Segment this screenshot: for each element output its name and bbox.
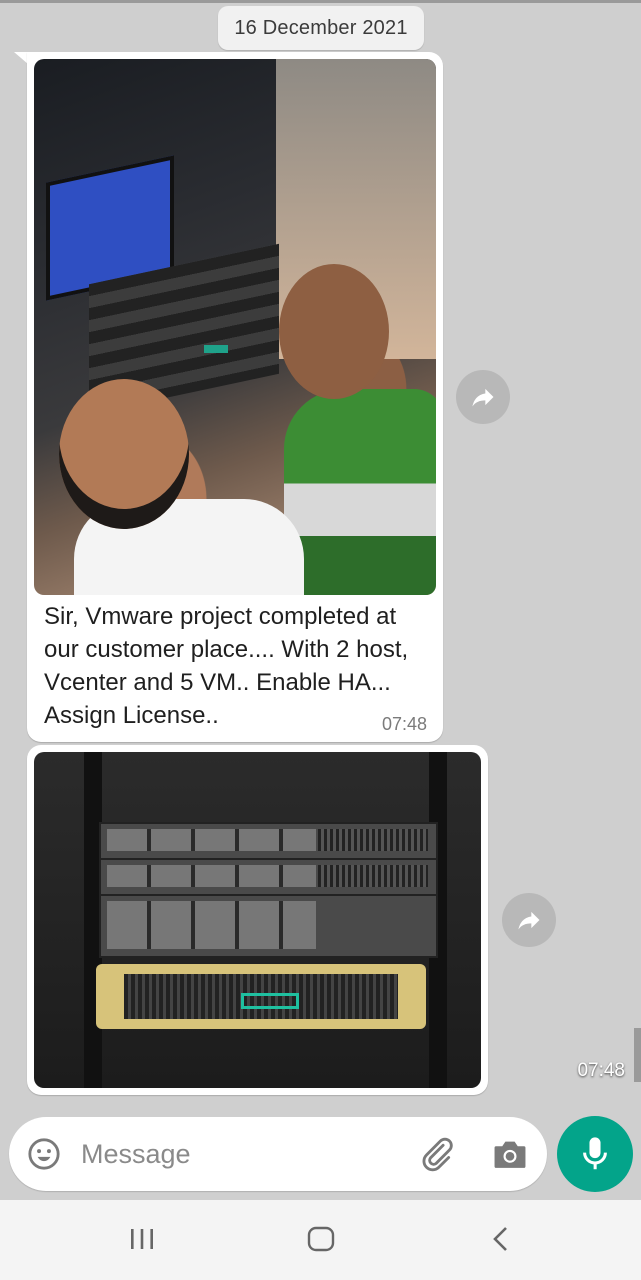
camera-icon[interactable]: [491, 1137, 529, 1171]
message-image-server-rack[interactable]: [34, 752, 481, 1088]
back-icon[interactable]: [489, 1224, 513, 1254]
bubble-tail: [14, 52, 28, 64]
system-navigation-bar: [0, 1200, 641, 1280]
recents-icon[interactable]: [128, 1224, 156, 1254]
message-caption: Sir, Vmware project completed at our cus…: [44, 603, 409, 729]
share-forward-icon[interactable]: [456, 370, 510, 424]
message-composer[interactable]: Message: [9, 1117, 547, 1191]
microphone-icon[interactable]: [557, 1116, 633, 1192]
image-timestamp: 07:48: [577, 1060, 625, 1081]
scrollbar-thumb[interactable]: [634, 1028, 641, 1082]
attachment-icon[interactable]: [417, 1135, 455, 1173]
status-divider: [0, 0, 641, 3]
message-bubble-2[interactable]: [27, 745, 488, 1095]
share-forward-icon[interactable]: [502, 893, 556, 947]
message-bubble-1[interactable]: Sir, Vmware project completed at our cus…: [27, 52, 443, 742]
home-icon[interactable]: [306, 1224, 336, 1254]
date-separator: 16 December 2021: [218, 6, 424, 50]
emoji-icon[interactable]: [27, 1137, 61, 1171]
message-image-selfie[interactable]: [34, 59, 436, 595]
message-timestamp: 07:48: [381, 714, 427, 734]
message-input[interactable]: Message: [81, 1139, 191, 1170]
